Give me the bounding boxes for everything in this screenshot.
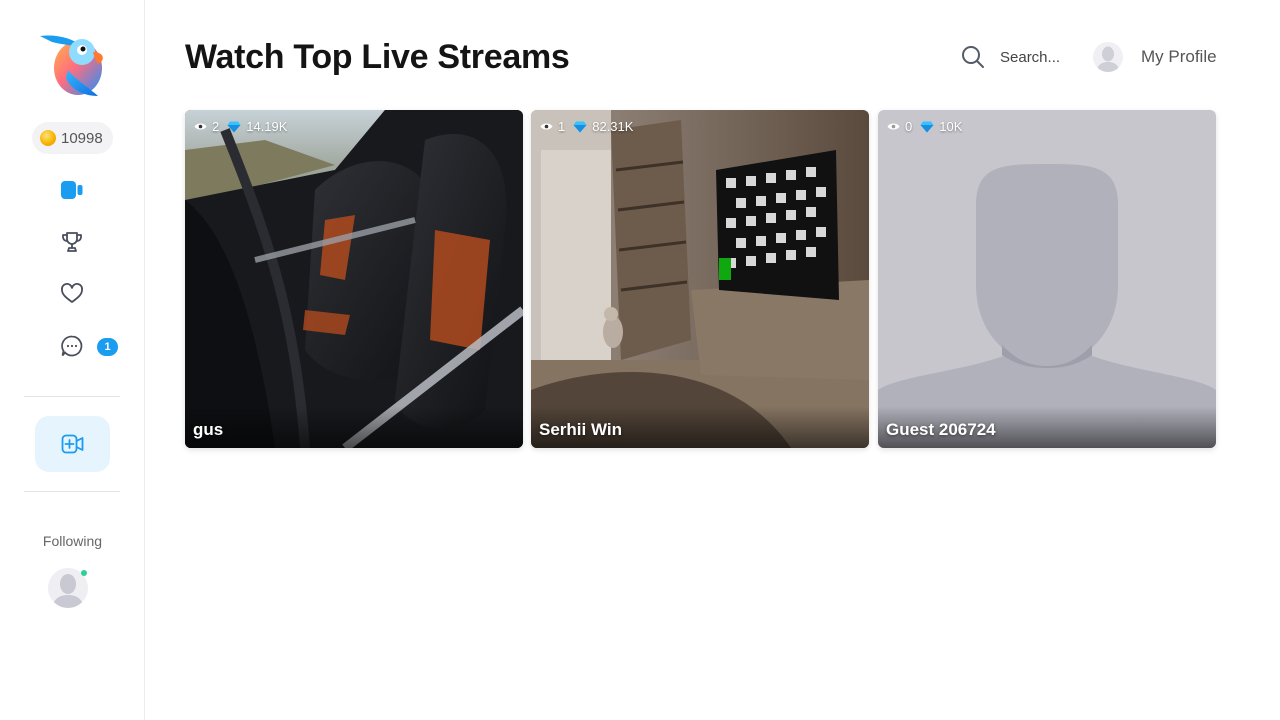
messages-unread-badge: 1: [97, 338, 118, 356]
viewer-count: 1: [540, 119, 565, 134]
profile-link[interactable]: My Profile: [1093, 42, 1217, 72]
stream-thumbnail: [185, 110, 523, 448]
eye-icon: [540, 123, 553, 130]
viewer-count: 0: [887, 119, 912, 134]
diamond-count-value: 82.31K: [592, 119, 634, 134]
coin-balance[interactable]: 10998: [32, 122, 113, 154]
diamond-count: 10K: [920, 119, 962, 134]
go-live-button[interactable]: [35, 416, 110, 472]
online-status-dot: [81, 570, 87, 576]
heart-icon: [61, 283, 83, 303]
stream-stats: 0 10K: [887, 119, 962, 134]
coin-icon: [40, 130, 56, 146]
viewer-count-value: 2: [212, 119, 220, 134]
stream-card[interactable]: 1 82.31K Serhii Win: [531, 110, 869, 448]
eye-icon: [194, 123, 207, 130]
viewer-count: 2: [194, 119, 219, 134]
diamond-count: 14.19K: [227, 119, 287, 134]
nav-favorites[interactable]: [58, 280, 86, 308]
nav-live-streams[interactable]: [58, 176, 86, 204]
diamond-icon: [573, 121, 587, 132]
diamond-count: 82.31K: [573, 119, 633, 134]
stream-card[interactable]: 0 10K Guest 206724: [878, 110, 1216, 448]
eye-icon: [887, 123, 900, 130]
user-silhouette-icon: [1096, 46, 1120, 72]
viewer-count-value: 0: [905, 119, 913, 134]
profile-label[interactable]: My Profile: [1141, 47, 1217, 67]
stream-thumbnail: [531, 110, 869, 448]
stream-thumbnail: [878, 110, 1216, 448]
viewer-count-value: 1: [558, 119, 566, 134]
search-input[interactable]: Search...: [1000, 49, 1060, 66]
nav-messages[interactable]: [58, 332, 86, 360]
app-root: 10998 1 Following Watch Top Live Streams…: [0, 0, 1280, 720]
page-title: Watch Top Live Streams: [185, 38, 570, 76]
chat-icon: [61, 335, 83, 357]
following-label: Following: [42, 533, 103, 549]
sidebar: 10998 1 Following: [0, 0, 145, 720]
stream-stats: 2 14.19K: [194, 119, 287, 134]
nav-leaderboard[interactable]: [58, 228, 86, 256]
sidebar-divider: [24, 491, 120, 492]
diamond-icon: [227, 121, 241, 132]
trophy-icon: [62, 232, 82, 252]
diamond-icon: [920, 121, 934, 132]
video-add-icon: [61, 434, 83, 454]
profile-avatar[interactable]: [1093, 42, 1123, 72]
stream-stats: 1 82.31K: [540, 119, 633, 134]
diamond-count-value: 10K: [939, 119, 963, 134]
coin-balance-value: 10998: [61, 129, 103, 147]
search-icon[interactable]: [960, 44, 986, 70]
streamer-name: Serhii Win: [539, 420, 622, 439]
sidebar-divider: [24, 396, 120, 397]
streamer-name: gus: [193, 420, 224, 439]
diamond-count-value: 14.19K: [246, 119, 288, 134]
streamer-name: Guest 206724: [886, 420, 996, 439]
app-logo[interactable]: [38, 30, 108, 98]
search-bar[interactable]: Search...: [960, 44, 1060, 70]
stream-card[interactable]: 2 14.19K gus: [185, 110, 523, 448]
card-gradient-overlay: [185, 406, 523, 448]
video-camera-icon: [61, 181, 83, 199]
